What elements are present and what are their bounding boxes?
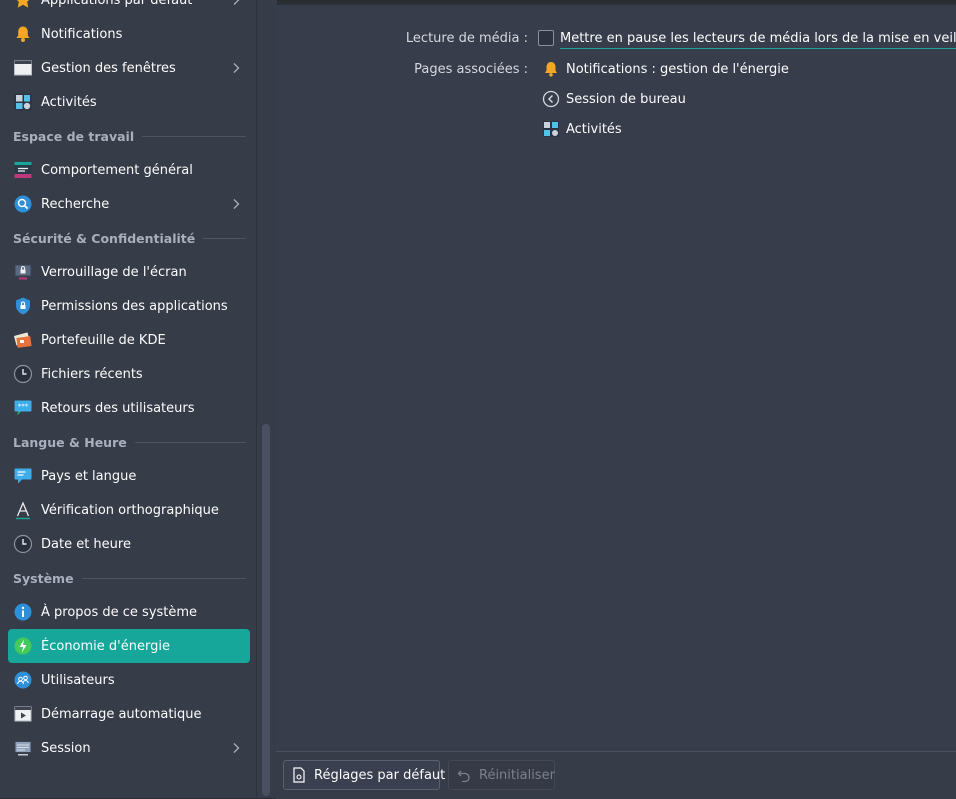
sidebar-item-utilisateurs[interactable]: Utilisateurs bbox=[8, 663, 250, 697]
section-divider bbox=[81, 577, 246, 579]
sidebar-section-title: Système bbox=[13, 570, 74, 586]
spellcheck-icon bbox=[13, 500, 33, 520]
section-divider bbox=[142, 135, 246, 137]
pause-media-checkbox-label[interactable]: Mettre en pause les lecteurs de média lo… bbox=[560, 31, 956, 49]
media-playback-label: Lecture de média : bbox=[405, 31, 528, 46]
chevron-right-icon bbox=[228, 740, 244, 756]
sidebar-item-recherche[interactable]: Recherche bbox=[8, 187, 250, 221]
sidebar-item-session[interactable]: Session bbox=[8, 731, 250, 765]
shield-icon bbox=[13, 296, 33, 316]
general-behavior-icon bbox=[13, 160, 33, 180]
document-defaults-icon bbox=[292, 767, 306, 783]
chevron-right-icon bbox=[228, 196, 244, 212]
related-pages-label: Pages associées : bbox=[414, 62, 528, 77]
undo-icon bbox=[457, 767, 471, 783]
sidebar-item-label: Comportement général bbox=[41, 162, 193, 178]
autostart-icon bbox=[13, 704, 33, 724]
sidebar-item-comportement-general[interactable]: Comportement général bbox=[8, 153, 250, 187]
sidebar-item-label: Fichiers récents bbox=[41, 366, 143, 382]
sidebar-scrollbar[interactable] bbox=[256, 0, 277, 798]
session-icon bbox=[13, 738, 33, 758]
sidebar-item-label: Gestion des fenêtres bbox=[41, 60, 176, 76]
sidebar-section-header: Sécurité & Confidentialité bbox=[13, 221, 246, 255]
sidebar-item-label: À propos de ce système bbox=[41, 604, 198, 620]
scrollbar-thumb[interactable] bbox=[262, 424, 270, 796]
sidebar-item-label: Recherche bbox=[41, 196, 110, 212]
sidebar-item-label: Retours des utilisateurs bbox=[41, 400, 195, 416]
sidebar-item-verification-orthographique[interactable]: Vérification orthographique bbox=[8, 493, 250, 527]
sidebar-item-retours-des-utilisateurs[interactable]: *** Retours des utilisateurs bbox=[8, 391, 250, 425]
related-link-notifications[interactable]: Notifications : gestion de l'énergie bbox=[542, 60, 789, 78]
sidebar-section-title: Espace de travail bbox=[13, 128, 135, 144]
star-icon bbox=[13, 0, 33, 10]
sidebar-item-label: Économie d'énergie bbox=[41, 638, 170, 654]
sidebar-item-label: Session bbox=[41, 740, 91, 756]
back-circle-icon bbox=[542, 90, 560, 108]
sidebar-item-label: Activités bbox=[41, 94, 97, 110]
sidebar-item-a-propos-de-ce-systeme[interactable]: À propos de ce système bbox=[8, 595, 250, 629]
sidebar-item-label: Démarrage automatique bbox=[41, 706, 202, 722]
screen-lock-icon bbox=[13, 262, 33, 282]
wallet-icon bbox=[13, 330, 33, 350]
sidebar: Applications par défaut Notifications Gest… bbox=[0, 0, 256, 798]
users-icon bbox=[13, 670, 33, 690]
sidebar-item-gestion-des-fenetres[interactable]: Gestion des fenêtres bbox=[8, 51, 250, 85]
sidebar-item-fichiers-recents[interactable]: Fichiers récents bbox=[8, 357, 250, 391]
window-icon bbox=[13, 58, 33, 78]
activities-icon bbox=[13, 92, 33, 112]
sidebar-item-label: Verrouillage de l'écran bbox=[41, 264, 187, 280]
speech-bubble-icon bbox=[13, 466, 33, 486]
reset-button-label: Réinitialiser bbox=[479, 767, 555, 783]
pause-media-checkbox[interactable] bbox=[538, 30, 554, 46]
power-settings-page: Lecture de média : Mettre en pause les l… bbox=[276, 4, 956, 752]
sidebar-item-label: Portefeuille de KDE bbox=[41, 332, 166, 348]
sidebar-item-label: Notifications bbox=[41, 26, 123, 42]
sidebar-item-economie-d-energie[interactable]: Économie d'énergie bbox=[8, 629, 250, 663]
sidebar-item-label: Date et heure bbox=[41, 536, 131, 552]
footer-bar: Réglages par défaut Réinitialiser bbox=[276, 751, 956, 799]
sidebar-list: Applications par défaut Notifications Gest… bbox=[0, 0, 256, 765]
sidebar-item-verrouillage-de-l-ecran[interactable]: Verrouillage de l'écran bbox=[8, 255, 250, 289]
sidebar-section-title: Langue & Heure bbox=[13, 434, 127, 450]
sidebar-item-label: Pays et langue bbox=[41, 468, 137, 484]
bell-icon bbox=[542, 60, 560, 78]
related-link-label: Activités bbox=[566, 121, 622, 137]
related-link-activities[interactable]: Activités bbox=[542, 120, 622, 138]
sidebar-item-label: Permissions des applications bbox=[41, 298, 228, 314]
reset-button[interactable]: Réinitialiser bbox=[448, 760, 555, 790]
sidebar-item-activites[interactable]: Activités bbox=[8, 85, 250, 119]
related-link-session[interactable]: Session de bureau bbox=[542, 90, 686, 108]
sidebar-item-applications-par-defaut[interactable]: Applications par défaut bbox=[8, 0, 250, 17]
bell-icon bbox=[13, 24, 33, 44]
sidebar-item-demarrage-automatique[interactable]: Démarrage automatique bbox=[8, 697, 250, 731]
section-divider bbox=[203, 237, 246, 239]
sidebar-section-title: Sécurité & Confidentialité bbox=[13, 230, 196, 246]
chevron-right-icon bbox=[228, 0, 244, 8]
chevron-right-icon bbox=[228, 60, 244, 76]
sidebar-item-notifications[interactable]: Notifications bbox=[8, 17, 250, 51]
activities-icon bbox=[542, 120, 560, 138]
related-link-label: Notifications : gestion de l'énergie bbox=[566, 61, 789, 77]
search-icon bbox=[13, 194, 33, 214]
defaults-button-label: Réglages par défaut bbox=[314, 767, 446, 783]
sidebar-section-header: Langue & Heure bbox=[13, 425, 246, 459]
sidebar-item-label: Utilisateurs bbox=[41, 672, 115, 688]
section-divider bbox=[134, 441, 246, 443]
feedback-icon: *** bbox=[13, 398, 33, 418]
sidebar-item-pays-et-langue[interactable]: Pays et langue bbox=[8, 459, 250, 493]
clock-icon bbox=[13, 364, 33, 384]
defaults-button[interactable]: Réglages par défaut bbox=[283, 760, 445, 790]
related-link-label: Session de bureau bbox=[566, 91, 686, 107]
sidebar-section-header: Système bbox=[13, 561, 246, 595]
power-icon bbox=[13, 636, 33, 656]
sidebar-item-label: Applications par défaut bbox=[41, 0, 193, 8]
sidebar-section-header: Espace de travail bbox=[13, 119, 246, 153]
sidebar-item-permissions-des-applications[interactable]: Permissions des applications bbox=[8, 289, 250, 323]
sidebar-item-label: Vérification orthographique bbox=[41, 502, 219, 518]
sidebar-item-portefeuille-de-kde[interactable]: Portefeuille de KDE bbox=[8, 323, 250, 357]
sidebar-item-date-et-heure[interactable]: Date et heure bbox=[8, 527, 250, 561]
svg-text:***: *** bbox=[18, 403, 29, 411]
clock-icon bbox=[13, 534, 33, 554]
info-icon bbox=[13, 602, 33, 622]
